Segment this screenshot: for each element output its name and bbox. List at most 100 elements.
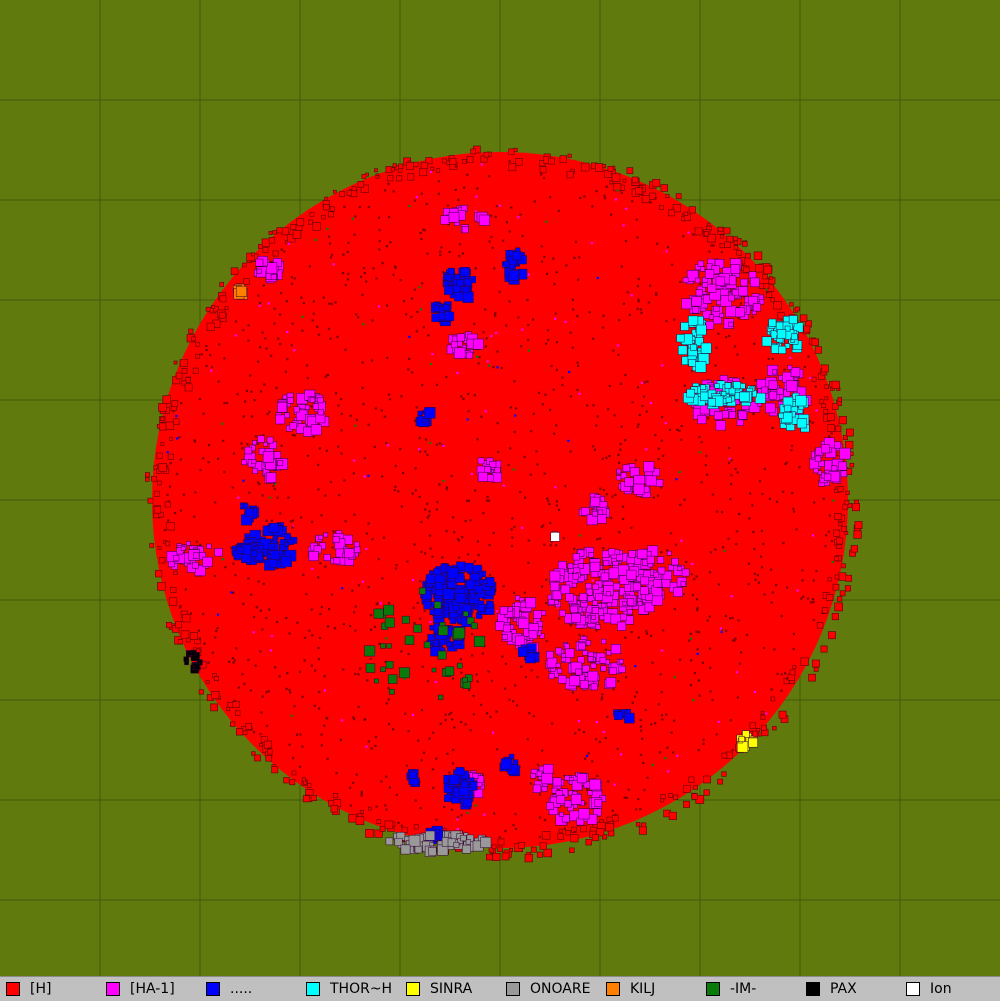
speck [484, 308, 487, 311]
speck [765, 712, 768, 715]
speck [253, 399, 256, 402]
edge-cell [158, 463, 167, 472]
territory-cell [252, 440, 257, 446]
speck [458, 556, 461, 559]
speck [740, 651, 743, 654]
edge-cell [811, 376, 817, 382]
speck [622, 224, 625, 227]
speck [328, 242, 332, 245]
speck [530, 430, 533, 433]
territory-cell [429, 570, 434, 575]
speck [247, 339, 250, 342]
speck [393, 489, 396, 492]
territory-cell [618, 665, 626, 673]
territory-cell [494, 467, 501, 474]
speck [595, 629, 598, 632]
edge-cell [368, 806, 372, 811]
speck [328, 302, 331, 305]
edge-cell [703, 775, 711, 784]
speck [237, 686, 240, 689]
edge-cell [351, 186, 357, 192]
territory-map[interactable] [0, 0, 1000, 976]
edge-cell [539, 842, 547, 850]
speck [232, 661, 235, 664]
speck [286, 331, 289, 334]
territory-cell [250, 550, 258, 557]
edge-cell [733, 240, 738, 245]
territory-cell [444, 285, 454, 295]
speck [362, 403, 365, 406]
speck [385, 442, 388, 445]
edge-cell [827, 631, 836, 640]
territory-cell [438, 694, 444, 700]
edge-cell [491, 844, 497, 850]
territory-cell [262, 451, 274, 463]
edge-cell [301, 777, 306, 782]
edge-cell [770, 696, 776, 702]
speck [314, 669, 317, 672]
territory-cell [435, 582, 443, 590]
territory-cell [696, 324, 707, 336]
edge-cell [167, 453, 174, 460]
territory-cell [590, 561, 601, 572]
speck [234, 574, 237, 577]
legend-swatch [106, 982, 120, 996]
edge-cell [205, 680, 210, 684]
speck [357, 584, 361, 587]
speck [714, 364, 717, 367]
speck [660, 415, 664, 419]
speck [485, 337, 488, 340]
territory-cell [590, 496, 601, 507]
territory-cell [616, 468, 622, 474]
edge-cell [803, 325, 811, 333]
speck [630, 526, 633, 529]
speck [571, 298, 574, 301]
speck [616, 344, 620, 347]
speck [287, 242, 290, 245]
edge-cell [508, 163, 517, 172]
speck [482, 331, 485, 334]
speck [623, 796, 626, 799]
edge-cell [845, 428, 854, 437]
territory-cell [462, 286, 470, 294]
speck [332, 530, 335, 533]
speck [301, 745, 304, 748]
speck [728, 461, 731, 464]
speck [384, 804, 387, 807]
speck [513, 591, 516, 594]
speck [463, 186, 466, 189]
territory-cell [427, 634, 435, 641]
edge-cell [792, 665, 797, 669]
territory-cell [512, 759, 519, 766]
speck [475, 195, 478, 198]
edge-cell [548, 157, 555, 165]
edge-cell [838, 522, 843, 527]
speck [812, 618, 815, 622]
speck [319, 562, 322, 565]
territory-cell [543, 764, 554, 774]
speck [340, 412, 343, 415]
speck [508, 160, 511, 163]
speck [549, 544, 552, 547]
territory-cell [691, 306, 700, 314]
territory-cell [588, 552, 594, 558]
speck [286, 358, 289, 361]
territory-cell [272, 538, 278, 545]
territory-cell [761, 386, 769, 394]
legend-label: ..... [230, 981, 253, 997]
speck [763, 593, 766, 596]
edge-cell [172, 418, 180, 425]
territory-cell [821, 444, 830, 454]
speck [320, 744, 323, 747]
edge-cell [682, 784, 691, 793]
speck [363, 718, 366, 721]
legend-item-thor: THOR~H [306, 981, 392, 997]
edge-cell [159, 557, 166, 564]
edge-cell [173, 360, 178, 365]
edge-cell [242, 262, 247, 268]
territory-cell [550, 532, 560, 542]
territory-cell [365, 663, 376, 673]
speck [735, 543, 738, 546]
speck [576, 388, 579, 392]
edge-cell [768, 275, 773, 280]
